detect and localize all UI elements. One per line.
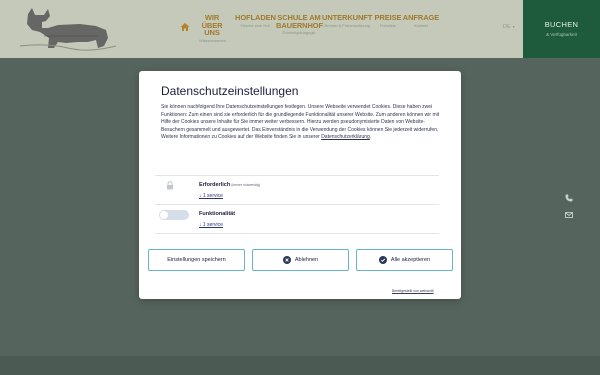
envelope-icon[interactable] <box>565 211 573 219</box>
privacy-policy-link[interactable]: Datenschutzerklärung <box>321 134 370 140</box>
category-functionality: Funktionalität <box>199 211 235 217</box>
nav-hofladen[interactable]: HOFLADEN Frische vom Hof <box>235 13 276 28</box>
toggle-knob <box>160 211 168 219</box>
nav-title: UNTERKUNFT <box>322 13 373 22</box>
divider <box>155 233 439 234</box>
nav-unterkunft[interactable]: UNTERKUNFT Zimmer & Ferienwohnung <box>322 14 372 28</box>
nav-title: PREISE <box>374 13 402 22</box>
nav-title: HOFLADEN <box>235 13 276 22</box>
nav-preise[interactable]: PREISE Preisliste <box>374 14 402 28</box>
booking-title: BUCHEN <box>544 20 579 29</box>
language-label: DE <box>503 24 511 30</box>
button-label: Einstellungen speichern <box>167 257 226 263</box>
nav-subtitle: Erlebnispädagogik <box>282 30 316 35</box>
nav-schule-am-bauernhof[interactable]: SCHULE AM BAUERNHOF Erlebnispädagogik <box>276 14 324 35</box>
powered-by-link[interactable]: Bereitgestellt von websedit <box>392 289 434 293</box>
button-label: Ablehnen <box>294 257 319 263</box>
nav-title: BAUERNHOF <box>276 20 324 30</box>
functionality-toggle[interactable] <box>159 210 189 220</box>
save-settings-button[interactable]: Einstellungen speichern <box>148 249 245 271</box>
site-header: WIR ÜBER UNS Wissenswertes HOFLADEN Fris… <box>0 0 600 58</box>
accept-all-button[interactable]: Alle akzeptieren <box>356 249 453 271</box>
contact-shortcuts <box>565 194 577 228</box>
nav-subtitle: Kontakt <box>414 22 428 28</box>
services-toggle-link[interactable]: ↓ 1 service <box>199 222 223 228</box>
nav-wir-ueber-uns[interactable]: WIR ÜBER UNS Wissenswertes <box>199 14 226 43</box>
cow-logo[interactable] <box>18 6 118 52</box>
intro-text: Sie können nachfolgend Ihre Datenschutze… <box>161 104 440 140</box>
nav-subtitle: Wissenswertes <box>199 37 226 43</box>
privacy-settings-dialog: Datenschutzeinstellungen Sie können nach… <box>139 71 461 299</box>
nav-subtitle: Zimmer & Ferienwohnung <box>323 22 371 28</box>
chevron-down-icon: ▾ <box>512 24 515 29</box>
nav-anfrage[interactable]: ANFRAGE Kontakt <box>401 14 441 28</box>
category-hint: (immer notwendig) <box>231 183 261 187</box>
dialog-title: Datenschutzeinstellungen <box>161 84 299 98</box>
lock-icon <box>167 181 173 190</box>
footer-band <box>0 356 600 375</box>
phone-icon[interactable] <box>565 194 573 202</box>
check-icon <box>378 256 387 264</box>
close-icon <box>282 256 291 264</box>
reject-button[interactable]: Ablehnen <box>252 249 349 271</box>
services-toggle-link[interactable]: ↓ 1 service <box>199 193 223 199</box>
button-label: Alle akzeptieren <box>390 257 431 263</box>
category-required: Erforderlich(immer notwendig) <box>199 182 260 188</box>
booking-subtitle: & Verfügbarkeit <box>546 32 577 37</box>
booking-button[interactable]: BUCHEN & Verfügbarkeit <box>523 0 600 58</box>
home-icon[interactable] <box>180 22 190 32</box>
nav-subtitle: Frische vom Hof <box>240 22 270 28</box>
divider <box>155 175 439 176</box>
nav-title: ANFRAGE <box>402 13 440 22</box>
category-title: Funktionalität <box>199 211 236 217</box>
language-switcher[interactable]: DE ▾ <box>503 24 515 30</box>
category-title: Erforderlich <box>199 182 231 188</box>
nav-title: UNS <box>204 28 220 37</box>
nav-subtitle: Preisliste <box>379 22 397 28</box>
dialog-intro: Sie können nachfolgend Ihre Datenschutze… <box>161 104 440 140</box>
divider <box>155 204 439 205</box>
